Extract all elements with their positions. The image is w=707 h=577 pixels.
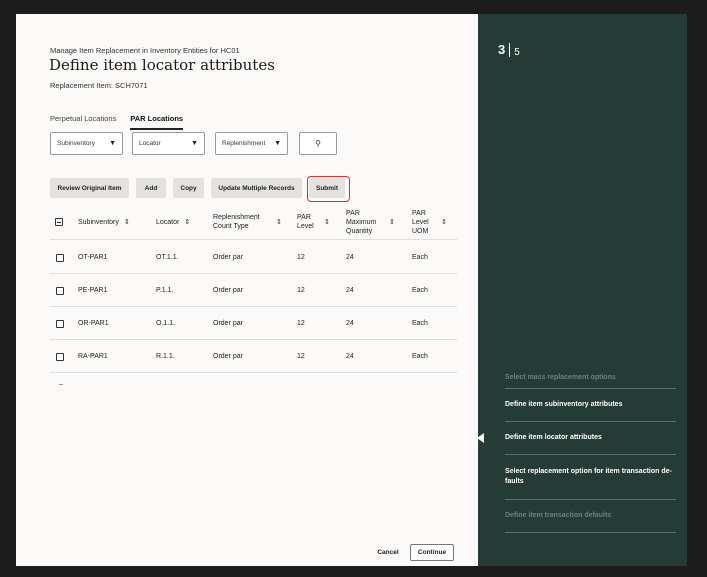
cell-par-max: 24: [346, 287, 354, 294]
cell-par-max: 24: [346, 254, 354, 261]
select-all-checkbox[interactable]: [55, 204, 63, 240]
step-divider: [509, 43, 511, 57]
column-subinventory[interactable]: Subinventory ⇕: [78, 204, 130, 240]
cell-count-type: Order par: [213, 287, 243, 294]
step-item-subinventory-attributes[interactable]: Define item subinventory attributes: [478, 389, 687, 421]
cell-par-level: 12: [297, 353, 305, 360]
sort-icon: ⇕: [184, 218, 191, 226]
step-item-replacement-option[interactable]: Select replacement option for item trans…: [478, 455, 687, 499]
cell-count-type: Order par: [213, 254, 243, 261]
progress-panel: 3 5 Select mass replacement options Defi…: [477, 14, 687, 566]
app-frame: Manage Item Replacement in Inventory Ent…: [16, 14, 687, 566]
locator-filter-label: Locator: [139, 140, 161, 147]
locator-filter[interactable]: Locator ▼: [132, 132, 205, 155]
row-checkbox[interactable]: [56, 241, 64, 274]
step-item-mass-replacement: Select mass replacement options: [505, 374, 616, 381]
cell-subinventory: OR-PAR1: [78, 320, 109, 327]
replenishment-filter[interactable]: Replenishment ▼: [215, 132, 288, 155]
cancel-button[interactable]: Cancel: [377, 544, 399, 561]
main-panel: Manage Item Replacement in Inventory Ent…: [16, 14, 478, 566]
cell-uom: Each: [412, 320, 428, 327]
search-icon: ⚲: [315, 139, 321, 148]
table-row[interactable]: PE-PAR1 P.1.1. Order par 12 24 Each: [50, 274, 457, 307]
submit-highlight-outline: [307, 176, 350, 202]
column-uom[interactable]: PAR Level UOM ⇕: [412, 204, 447, 240]
cell-par-level: 12: [297, 254, 305, 261]
caret-down-icon: ▼: [109, 140, 116, 147]
replacement-item-label: Replacement Item: SCH7071: [50, 81, 148, 90]
subinventory-filter[interactable]: Subinventory ▼: [50, 132, 123, 155]
table-row[interactable]: OT-PAR1 OT.1.1. Order par 12 24 Each: [50, 241, 457, 274]
table-row[interactable]: OR-PAR1 O.1.1. Order par 12 24 Each: [50, 307, 457, 340]
step-counter: 3 5: [498, 42, 520, 58]
page-title: Define item locator attributes: [49, 56, 275, 74]
review-original-item-button[interactable]: Review Original Item: [50, 178, 129, 198]
cell-par-max: 24: [346, 353, 354, 360]
search-button[interactable]: ⚲: [299, 132, 337, 155]
update-multiple-records-button[interactable]: Update Multiple Records: [211, 178, 302, 198]
breadcrumb: Manage Item Replacement in Inventory Ent…: [50, 46, 240, 55]
cell-uom: Each: [412, 254, 428, 261]
sort-icon: ⇕: [441, 218, 447, 226]
cell-par-level: 12: [297, 287, 305, 294]
caret-down-icon: ▼: [191, 140, 198, 147]
copy-button[interactable]: Copy: [173, 178, 204, 198]
cell-par-max: 24: [346, 320, 354, 327]
row-checkbox[interactable]: [56, 307, 64, 340]
subinventory-filter-label: Subinventory: [57, 140, 95, 147]
cell-uom: Each: [412, 287, 428, 294]
column-par-level[interactable]: PAR Level ⇕: [297, 204, 330, 240]
cell-par-level: 12: [297, 320, 305, 327]
cell-subinventory: RA-PAR1: [78, 353, 108, 360]
table-header: Subinventory ⇕ Locator ⇕ Replenishment Cou…: [50, 204, 457, 240]
tab-perpetual-locations[interactable]: Perpetual Locations: [50, 114, 116, 130]
step-item-locator-attributes[interactable]: Define item locator attributes: [477, 422, 687, 454]
cell-subinventory: PE-PAR1: [78, 287, 108, 294]
table-end-marker: [59, 384, 63, 385]
cell-locator: O.1.1.: [156, 320, 176, 327]
total-steps-number: 5: [514, 47, 520, 58]
cell-count-type: Order par: [213, 320, 243, 327]
replenishment-filter-label: Replenishment: [222, 140, 266, 147]
table-row[interactable]: RA-PAR1 R.1.1. Order par 12 24 Each: [50, 340, 457, 373]
sort-icon: ⇕: [324, 218, 330, 226]
sort-icon: ⇕: [276, 218, 282, 226]
tab-bar: Perpetual Locations PAR Locations: [50, 114, 184, 130]
column-count-type[interactable]: Replenishment Count Type ⇕: [213, 204, 282, 240]
filter-bar: Subinventory ▼ Locator ▼ Replenishment ▼…: [50, 132, 337, 155]
current-step-number: 3: [498, 42, 506, 57]
cell-subinventory: OT-PAR1: [78, 254, 108, 261]
sort-icon: ⇕: [123, 218, 130, 226]
cell-count-type: Order par: [213, 353, 243, 360]
current-step-arrow-icon: [477, 433, 484, 443]
step-item-transaction-defaults: Define item transaction defaults: [505, 512, 612, 519]
column-locator[interactable]: Locator ⇕: [156, 204, 190, 240]
table-toolbar: Review Original Item Add Copy Update Mul…: [50, 178, 345, 198]
cell-locator: OT.1.1.: [156, 254, 179, 261]
caret-down-icon: ▼: [274, 140, 281, 147]
row-checkbox[interactable]: [56, 274, 64, 307]
step-navigation: Select mass replacement options Define i…: [477, 368, 687, 533]
row-checkbox[interactable]: [56, 340, 64, 373]
cell-locator: P.1.1.: [156, 287, 174, 294]
cell-uom: Each: [412, 353, 428, 360]
sort-icon: ⇕: [389, 218, 395, 226]
cell-locator: R.1.1.: [156, 353, 175, 360]
continue-button[interactable]: Continue: [410, 544, 454, 561]
add-button[interactable]: Add: [136, 178, 166, 198]
tab-par-locations[interactable]: PAR Locations: [130, 114, 184, 130]
column-par-max[interactable]: PAR Maximum Quantity ⇕: [346, 204, 395, 240]
